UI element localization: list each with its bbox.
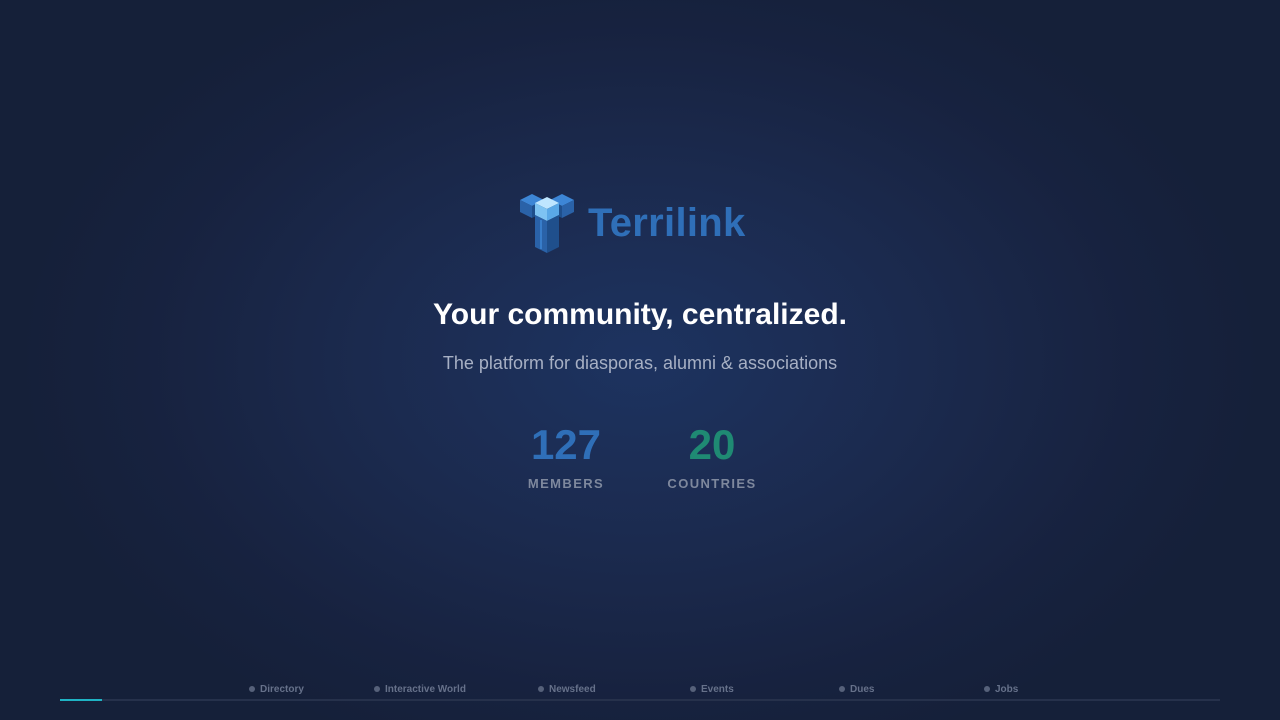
- slide-nav-directory[interactable]: Directory: [249, 682, 304, 696]
- slide-dot-icon: [538, 686, 544, 692]
- brand-name: Terrilink: [588, 201, 746, 245]
- brand-logo: Terrilink: [518, 190, 768, 256]
- slide-progress-track: [60, 699, 1220, 701]
- hero-subheadline: The platform for diasporas, alumni & ass…: [442, 353, 838, 373]
- slide-dot-icon: [839, 686, 845, 692]
- stat-members-label: MEMBERS: [527, 476, 605, 491]
- slide-nav-dues[interactable]: Dues: [839, 682, 874, 696]
- slide-nav-label: Jobs: [995, 683, 1019, 695]
- slide-dot-icon: [690, 686, 696, 692]
- stat-countries-label: COUNTRIES: [667, 476, 757, 491]
- cube-tree-logo-icon: [520, 194, 574, 253]
- slide-dot-icon: [249, 686, 255, 692]
- slide-dot-icon: [984, 686, 990, 692]
- slide-nav-newsfeed[interactable]: Newsfeed: [538, 682, 596, 696]
- slide-nav-label: Dues: [850, 683, 875, 695]
- slide-nav-jobs[interactable]: Jobs: [984, 682, 1018, 696]
- slide-nav-events[interactable]: Events: [690, 682, 734, 696]
- stat-countries-value: 20: [688, 421, 736, 468]
- slide-dot-icon: [374, 686, 380, 692]
- slide-nav-interactive-world[interactable]: Interactive World: [374, 682, 466, 696]
- stat-members-value: 127: [530, 421, 602, 468]
- stat-countries: 20 COUNTRIES: [652, 420, 772, 492]
- intro-slide: Terrilink Your community, centralized. T…: [0, 0, 1280, 720]
- slide-nav-label: Events: [701, 683, 734, 695]
- slide-nav-label: Directory: [260, 683, 304, 695]
- stat-members: 127 MEMBERS: [505, 420, 627, 492]
- hero-headline: Your community, centralized.: [433, 298, 847, 331]
- slide-nav-label: Newsfeed: [549, 683, 596, 695]
- slide-nav-label: Interactive World: [385, 683, 466, 695]
- slide-progress-fill: [60, 699, 102, 701]
